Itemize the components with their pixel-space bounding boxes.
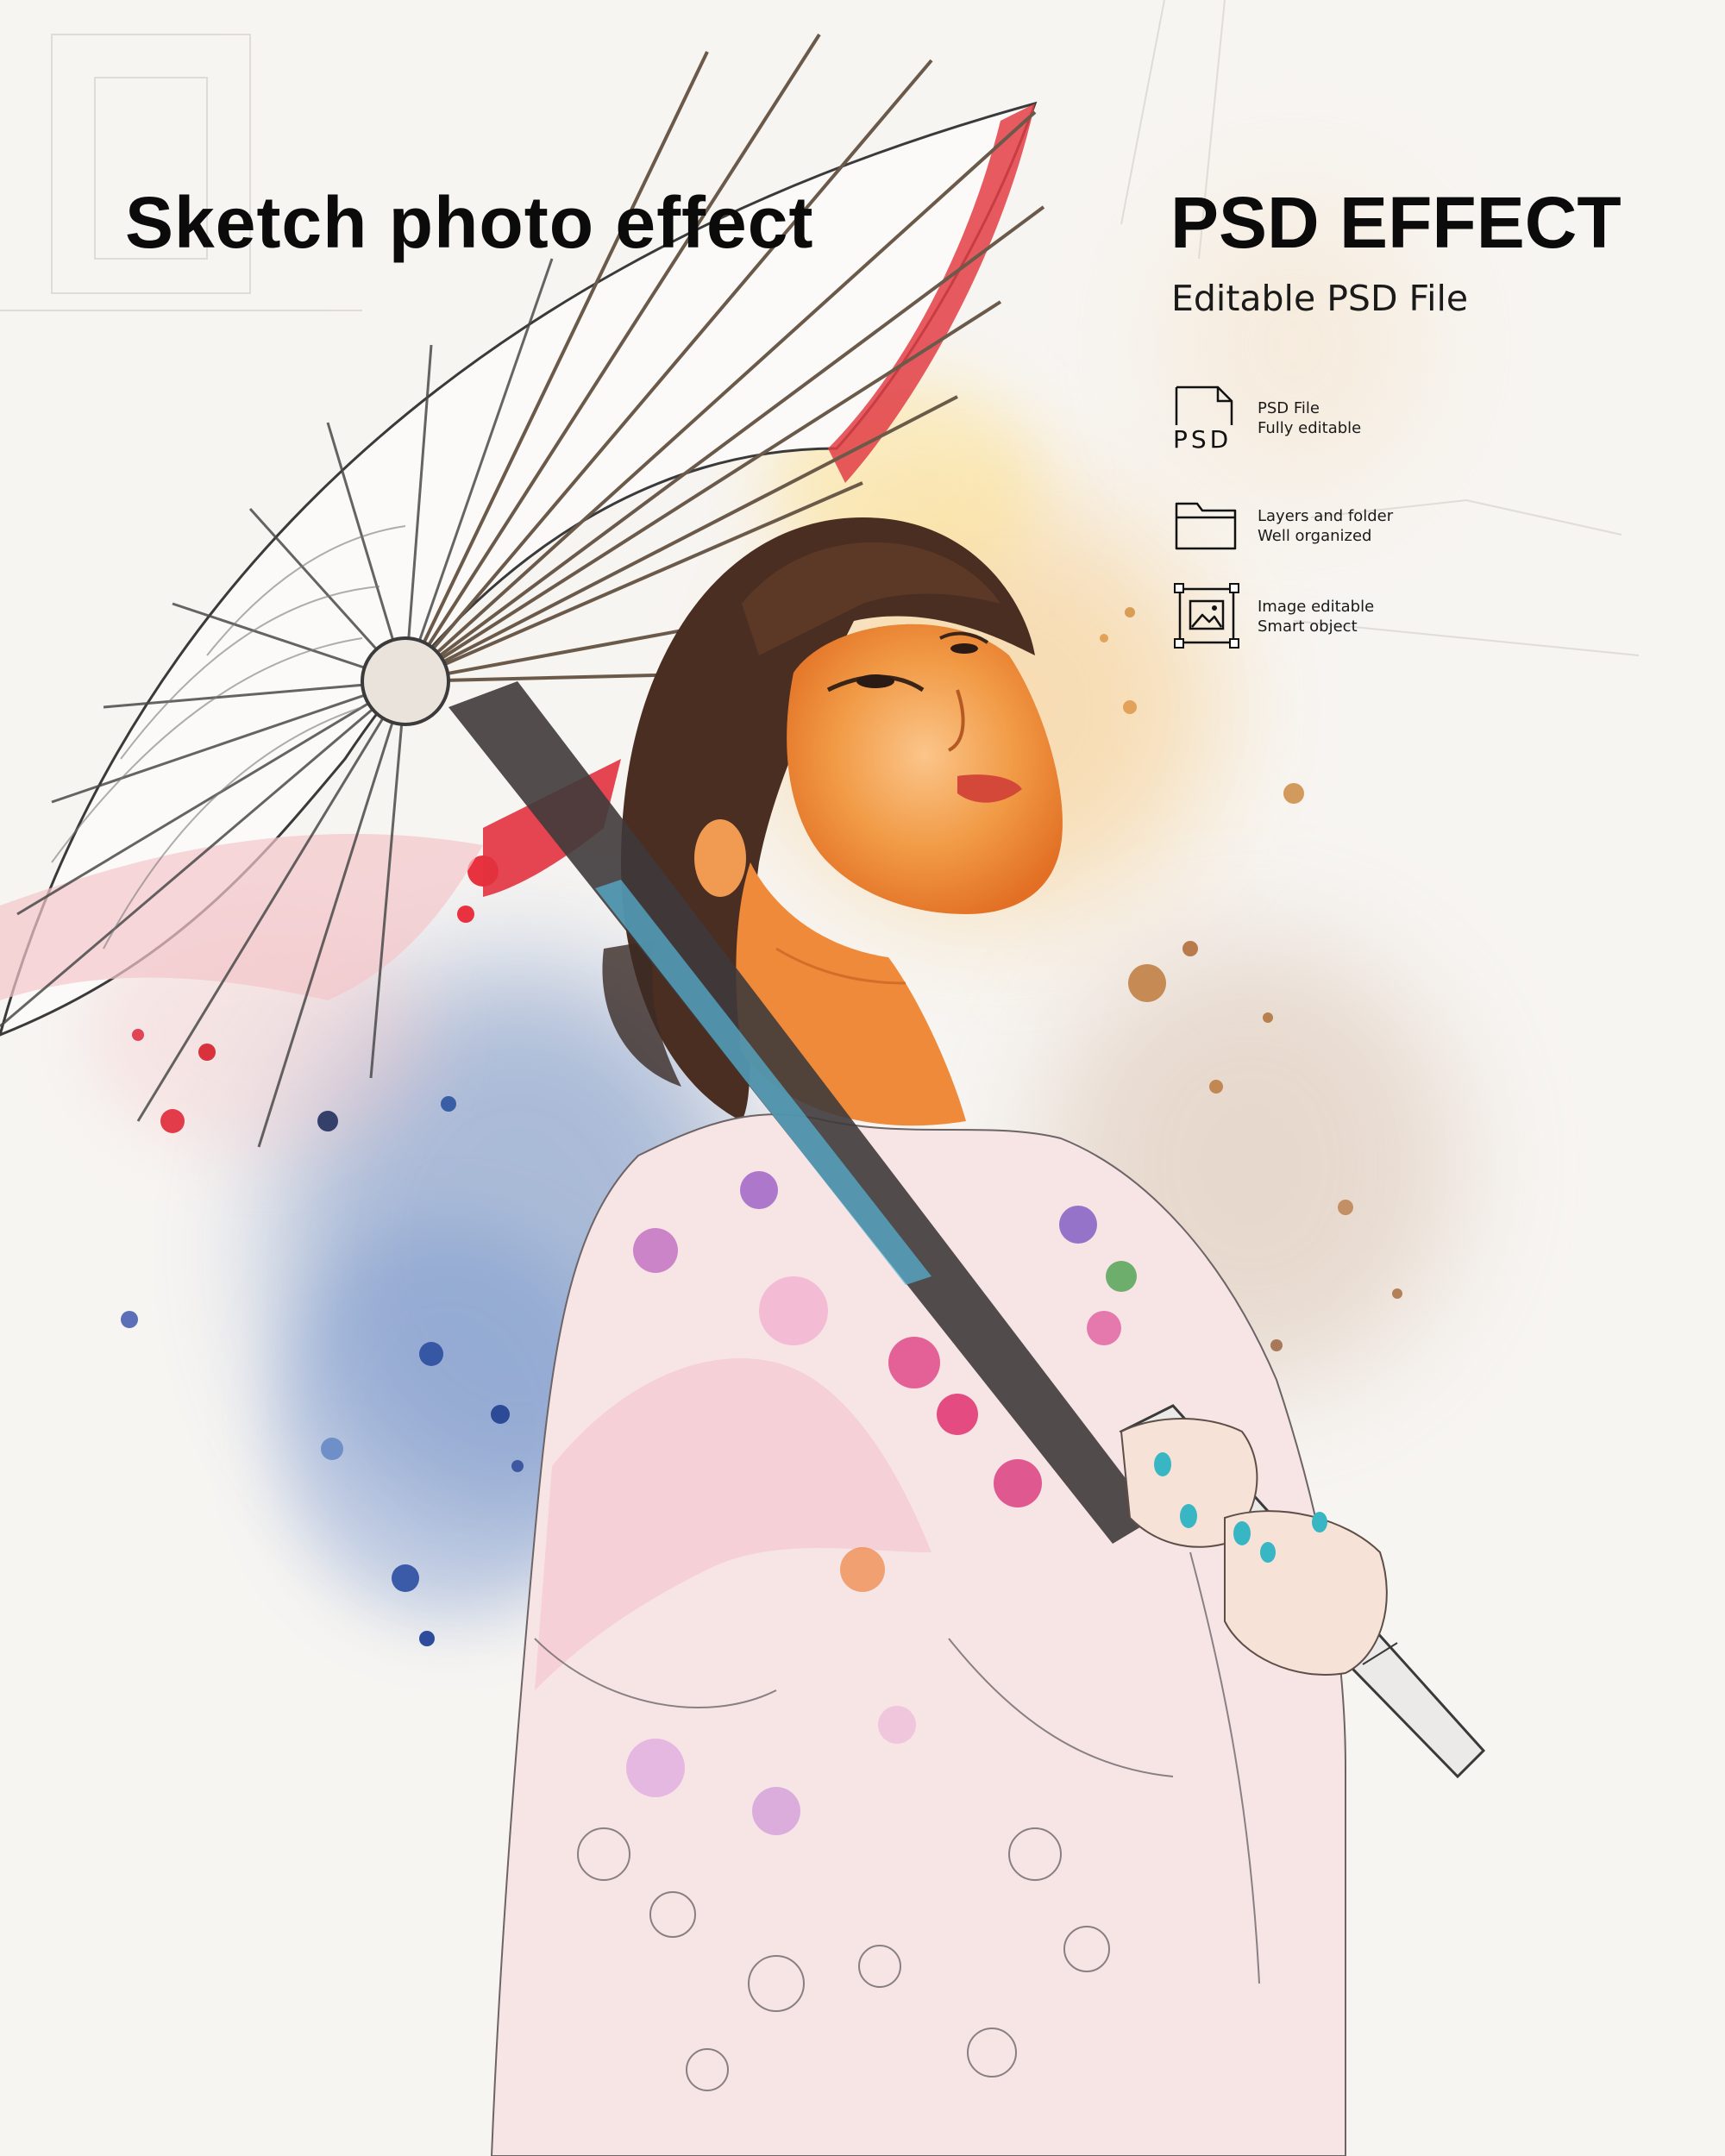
poster: Sketch photo effect PSD EFFECT Editable … (0, 0, 1725, 2156)
feature-layers-text: Layers and folder Well organized (1258, 506, 1393, 546)
feature-layers: Layers and folder Well organized (1173, 492, 1393, 561)
feature-image-text: Image editable Smart object (1258, 597, 1374, 636)
sketch-artwork (0, 0, 1640, 2156)
feature-image: Image editable Smart object (1173, 582, 1374, 651)
feature-psd-file: PSD PSD File Fully editable (1173, 384, 1361, 453)
feature-psd-file-title: PSD File (1258, 399, 1320, 417)
feature-image-desc: Smart object (1258, 617, 1358, 636)
psd-icon-label: PSD (1173, 425, 1232, 453)
feature-layers-title: Layers and folder (1258, 507, 1394, 525)
feature-image-title: Image editable (1258, 598, 1375, 616)
psd-effect-heading: PSD EFFECT (1170, 182, 1622, 263)
feature-psd-file-text: PSD File Fully editable (1258, 398, 1361, 438)
psd-effect-subheading: Editable PSD File (1171, 278, 1469, 319)
image-frame-icon (1174, 583, 1239, 649)
poster-title: Sketch photo effect (125, 182, 814, 263)
folder-icon (1175, 502, 1237, 550)
feature-layers-desc: Well organized (1258, 527, 1372, 545)
psd-file-icon: PSD (1173, 385, 1233, 453)
feature-psd-file-desc: Fully editable (1258, 419, 1362, 437)
